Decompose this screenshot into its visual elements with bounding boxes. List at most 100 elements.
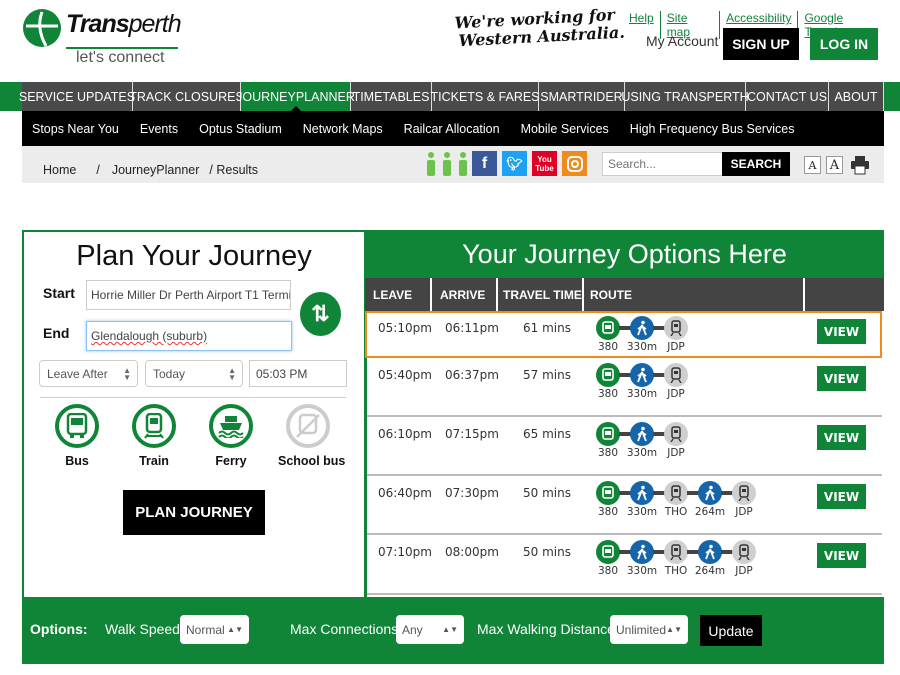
leave-time: 06:40pm bbox=[378, 486, 432, 500]
results-table-header: LEAVE ARRIVE TRAVEL TIME ROUTE bbox=[365, 278, 884, 311]
subnav-mobile-services[interactable]: Mobile Services bbox=[521, 122, 609, 136]
col-travel-time: TRAVEL TIME bbox=[498, 278, 584, 311]
swap-locations-button[interactable]: ⇅ bbox=[300, 292, 341, 336]
search-button[interactable]: SEARCH bbox=[722, 152, 790, 176]
nav-timetables[interactable]: TIMETABLES bbox=[351, 82, 432, 111]
nav-track-closures[interactable]: TRACK CLOSURES bbox=[129, 82, 244, 111]
leave-time: 05:10pm bbox=[378, 321, 432, 335]
sign-up-button[interactable]: SIGN UP bbox=[723, 28, 799, 60]
ferry-icon bbox=[218, 416, 244, 438]
journey-row[interactable]: 06:40pm 07:30pm 50 mins 380 330m THO 264m JD… bbox=[365, 476, 882, 535]
nav-about[interactable]: ABOUT bbox=[829, 82, 884, 111]
facebook-icon[interactable]: f bbox=[472, 151, 497, 176]
journey-row[interactable]: 07:10pm 08:00pm 50 mins 380 330m THO 264m JD… bbox=[365, 535, 882, 595]
journey-row[interactable]: 06:10pm 07:15pm 65 mins 380 330m JDP VIEW bbox=[365, 417, 882, 476]
walk-speed-label: Walk Speed bbox=[105, 621, 180, 637]
route-leg-walk: 330m bbox=[625, 481, 659, 518]
nav-journeyplanner[interactable]: JOURNEYPLANNER bbox=[236, 82, 355, 111]
route-leg-bus: 380 bbox=[591, 363, 625, 400]
leave-after-select[interactable]: Leave After ▲ ▼ bbox=[39, 360, 138, 387]
journey-options-title: Your Journey Options Here bbox=[365, 230, 884, 278]
route-leg-train: JDP bbox=[659, 422, 693, 459]
community-icon[interactable] bbox=[425, 151, 469, 176]
travel-time: 65 mins bbox=[523, 427, 571, 441]
walk-icon bbox=[637, 367, 647, 383]
route-legs: 380 330m JDP bbox=[591, 363, 791, 403]
breadcrumb: Home / JourneyPlanner / Results bbox=[43, 163, 259, 177]
transperth-logo[interactable]: Transperth let's connect bbox=[22, 6, 182, 66]
walk-icon bbox=[637, 485, 647, 501]
mode-ferry-toggle[interactable]: Ferry bbox=[201, 404, 261, 468]
start-input[interactable]: Horrie Miller Dr Perth Airport T1 Termin… bbox=[86, 280, 291, 310]
log-in-button[interactable]: LOG IN bbox=[810, 28, 878, 60]
train-icon bbox=[670, 320, 682, 336]
subnav-stops-near-you[interactable]: Stops Near You bbox=[32, 122, 119, 136]
view-button[interactable]: VIEW bbox=[817, 366, 866, 391]
time-input[interactable]: 05:03 PM bbox=[249, 360, 347, 387]
font-size-large-button[interactable]: A bbox=[826, 156, 843, 174]
print-icon[interactable] bbox=[850, 155, 870, 180]
view-button[interactable]: VIEW bbox=[817, 425, 866, 450]
arrive-time: 06:11pm bbox=[445, 321, 499, 335]
plan-journey-button[interactable]: PLAN JOURNEY bbox=[123, 490, 265, 535]
journey-row[interactable]: 05:40pm 06:37pm 57 mins 380 330m JDP VIEW bbox=[365, 358, 882, 417]
logo-icon bbox=[23, 9, 61, 47]
route-leg-bus: 380 bbox=[591, 316, 625, 353]
walk-speed-select[interactable]: Normal ▲▼ bbox=[180, 615, 249, 644]
subnav-events[interactable]: Events bbox=[140, 122, 178, 136]
route-legs: 380 330m JDP bbox=[591, 422, 791, 462]
subnav-optus-stadium[interactable]: Optus Stadium bbox=[199, 122, 282, 136]
max-connections-select[interactable]: Any ▲▼ bbox=[396, 615, 464, 644]
breadcrumb-home[interactable]: Home bbox=[43, 163, 76, 177]
mode-bus-toggle[interactable]: Bus bbox=[47, 404, 107, 468]
route-leg-train: JDP bbox=[727, 540, 761, 577]
instagram-icon[interactable] bbox=[562, 151, 587, 176]
train-icon bbox=[670, 426, 682, 442]
arrive-time: 07:30pm bbox=[445, 486, 499, 500]
youtube-icon[interactable]: You Tube bbox=[532, 151, 557, 176]
route-legs: 380 330m THO 264m JDP bbox=[591, 540, 791, 580]
view-button[interactable]: VIEW bbox=[817, 484, 866, 509]
max-walking-distance-select[interactable]: Unlimited ▲▼ bbox=[610, 615, 688, 644]
nav-tickets-fares[interactable]: TICKETS & FARES bbox=[430, 82, 540, 111]
view-button[interactable]: VIEW bbox=[817, 543, 866, 568]
font-size-small-button[interactable]: A bbox=[804, 156, 821, 174]
nav-service-updates[interactable]: SERVICE UPDATES bbox=[19, 82, 135, 111]
subnav-network-maps[interactable]: Network Maps bbox=[303, 122, 383, 136]
update-button[interactable]: Update bbox=[700, 615, 762, 646]
end-input[interactable]: Glendalough (suburb) bbox=[86, 321, 292, 351]
route-leg-train: JDP bbox=[659, 363, 693, 400]
options-bar: Options: Walk Speed Normal ▲▼ Max Connect… bbox=[22, 597, 884, 664]
train-icon bbox=[670, 544, 682, 560]
nav-smartrider[interactable]: SMARTRIDER bbox=[539, 82, 625, 111]
subnav-railcar-allocation[interactable]: Railcar Allocation bbox=[404, 122, 500, 136]
mode-school-bus-toggle[interactable]: School bus bbox=[278, 404, 345, 468]
route-leg-walk: 264m bbox=[693, 481, 727, 518]
walk-icon bbox=[637, 544, 647, 560]
leave-time: 07:10pm bbox=[378, 545, 432, 559]
route-leg-train: JDP bbox=[659, 316, 693, 353]
subnav-high-frequency-bus-services[interactable]: High Frequency Bus Services bbox=[630, 122, 795, 136]
col-route: ROUTE bbox=[584, 278, 805, 311]
start-label: Start bbox=[43, 285, 75, 301]
breadcrumb-journeyplanner[interactable]: JourneyPlanner bbox=[112, 163, 200, 177]
walk-icon bbox=[705, 485, 715, 501]
school-bus-disabled-icon bbox=[296, 413, 320, 438]
main-nav: SERVICE UPDATES TRACK CLOSURES JOURNEYPLAN… bbox=[0, 82, 900, 111]
route-legs: 380 330m JDP bbox=[591, 316, 791, 356]
nav-using-transperth[interactable]: USING TRANSPERTH bbox=[621, 82, 749, 111]
mode-train-toggle[interactable]: Train bbox=[124, 404, 184, 468]
arrive-time: 07:15pm bbox=[445, 427, 499, 441]
journey-row[interactable]: 05:10pm 06:11pm 61 mins 380 330m JDP VIEW bbox=[365, 311, 882, 358]
travel-time: 50 mins bbox=[523, 486, 571, 500]
nav-contact-us[interactable]: CONTACT US bbox=[746, 82, 829, 111]
my-account-link[interactable]: My Account bbox=[646, 33, 718, 49]
search-input[interactable] bbox=[602, 152, 723, 176]
twitter-icon[interactable]: 🐦︎ bbox=[502, 151, 527, 176]
leave-time: 05:40pm bbox=[378, 368, 432, 382]
train-icon bbox=[670, 485, 682, 501]
day-select[interactable]: Today ▲ ▼ bbox=[145, 360, 243, 387]
route-leg-bus: 380 bbox=[591, 422, 625, 459]
route-leg-bus: 380 bbox=[591, 540, 625, 577]
view-button[interactable]: VIEW bbox=[817, 319, 866, 344]
